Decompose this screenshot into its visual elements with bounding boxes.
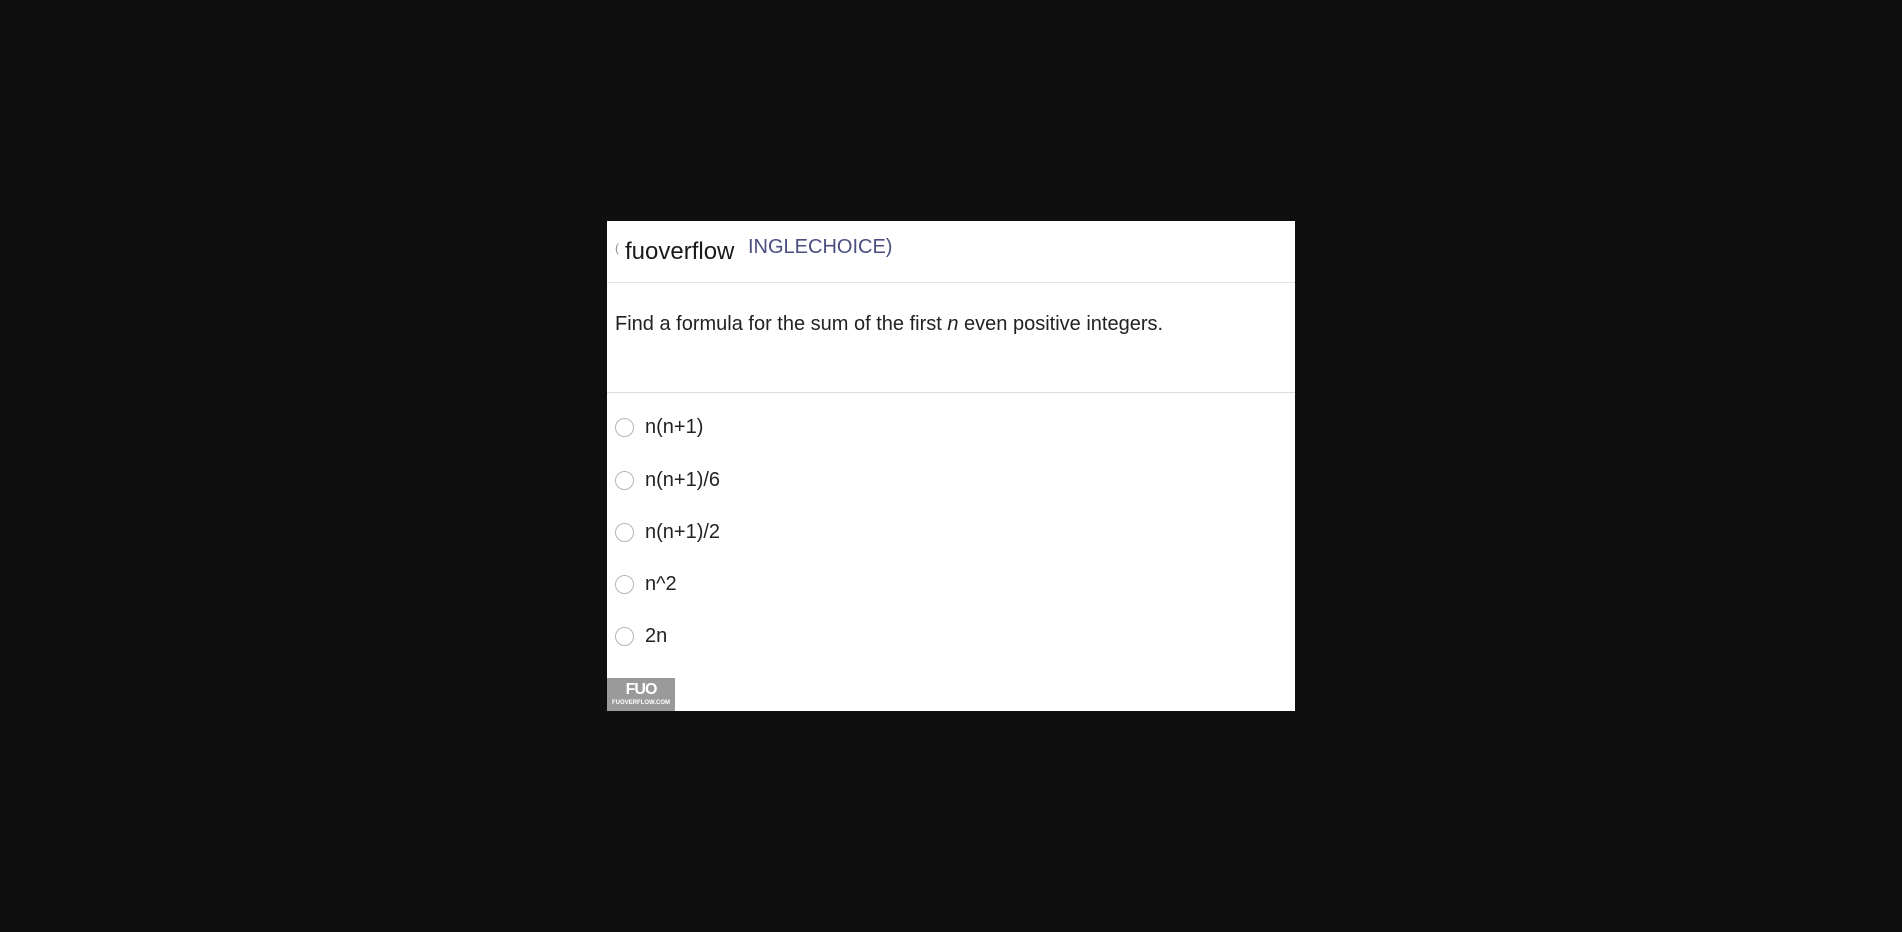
logo-subtext: FUOVERFLOW.COM xyxy=(612,700,670,706)
radio-button-2[interactable] xyxy=(615,470,634,490)
answer-option-2[interactable]: n(n+1)/6 xyxy=(615,466,720,494)
question-variable: n xyxy=(947,313,959,335)
answer-option-label: n(n+1)/6 xyxy=(645,468,721,491)
question-section: Find a formula for the sum of the first … xyxy=(607,283,1295,393)
header-mark: ( xyxy=(615,241,619,255)
brand-name: fuoverflow xyxy=(625,238,735,265)
question-text: Find a formula for the sum of the first … xyxy=(615,313,1163,336)
answer-option-3[interactable]: n(n+1)/2 xyxy=(615,518,720,546)
answer-option-label: n(n+1) xyxy=(645,415,704,438)
radio-button-4[interactable] xyxy=(615,574,634,594)
answer-option-5[interactable]: 2n xyxy=(615,622,667,650)
answer-option-4[interactable]: n^2 xyxy=(615,570,677,598)
question-type-label: INGLECHOICE) xyxy=(748,236,893,258)
question-text-after: even positive integers. xyxy=(958,313,1164,335)
question-card: ( fuoverflow INGLECHOICE) Find a formula… xyxy=(607,221,1295,711)
question-text-before: Find a formula for the sum of the first xyxy=(615,313,948,335)
answer-option-label: n(n+1)/2 xyxy=(645,520,721,543)
logo-mark: FUO xyxy=(625,681,658,698)
radio-button-1[interactable] xyxy=(615,417,634,437)
question-header: ( fuoverflow INGLECHOICE) xyxy=(607,221,1295,283)
fuo-logo: FUO FUOVERFLOW.COM xyxy=(607,678,675,711)
answer-option-label: 2n xyxy=(645,624,668,647)
radio-button-5[interactable] xyxy=(615,626,634,646)
answer-option-1[interactable]: n(n+1) xyxy=(615,413,703,441)
radio-button-3[interactable] xyxy=(615,522,634,542)
answer-option-label: n^2 xyxy=(645,572,677,595)
